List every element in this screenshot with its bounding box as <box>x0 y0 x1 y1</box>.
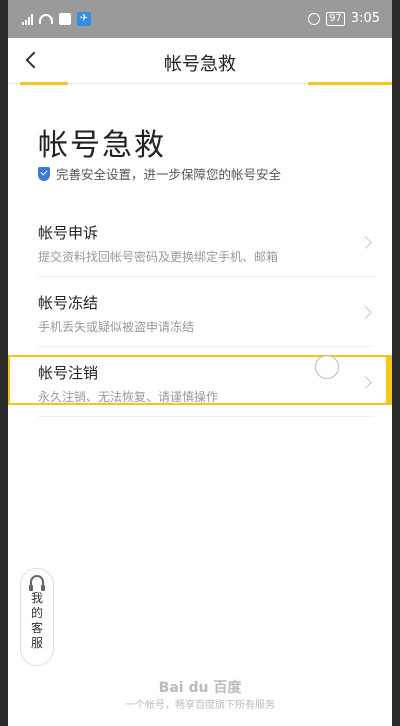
signal-icon <box>22 13 33 25</box>
chevron-right-icon <box>359 236 372 249</box>
divider <box>38 416 374 417</box>
clock-icon <box>308 12 321 25</box>
menu-item-desc: 永久注销、无法恢复、请谨慎操作 <box>38 390 219 404</box>
baidu-logo: Bai du 百度 <box>158 680 242 696</box>
status-left: ✈ <box>22 12 91 26</box>
menu-item-label: 帐号注销 <box>38 364 99 382</box>
wifi-icon <box>39 14 53 24</box>
touch-indicator <box>315 355 339 379</box>
battery-icon: 97 <box>326 11 345 26</box>
shield-icon <box>38 166 50 181</box>
plane-icon: ✈ <box>77 12 91 26</box>
status-time: 3:05 <box>350 11 380 26</box>
nav-accent-right <box>308 82 392 85</box>
page-title: 帐号急救 <box>38 128 166 163</box>
menu-item-label: 帐号冻结 <box>38 294 99 312</box>
nav-bar: 帐号急救 <box>8 38 392 84</box>
divider <box>38 346 374 347</box>
menu-item-label: 帐号申诉 <box>38 224 99 242</box>
customer-service-label: 我的客服 <box>30 591 43 650</box>
menu-item-desc: 手机丢失或疑似被盗申请冻结 <box>38 320 195 334</box>
footer-text: 一个帐号，畅享百度旗下所有服务 <box>125 700 275 711</box>
notification-icon <box>59 13 71 25</box>
headset-icon <box>29 575 45 591</box>
nav-title: 帐号急救 <box>164 54 236 75</box>
highlight-frame-right <box>386 355 392 405</box>
customer-service-button[interactable]: 我的客服 <box>20 568 54 666</box>
subtitle-text: 完善安全设置，进一步保障您的帐号安全 <box>56 167 282 182</box>
status-bar: ✈ 97 3:05 <box>8 0 392 38</box>
chevron-right-icon <box>359 306 372 319</box>
status-right: 97 3:05 <box>308 11 380 26</box>
nav-accent-left <box>20 82 68 85</box>
app-screen: ✈ 97 3:05 帐号急救 帐号急救 完善安全设置，进一步保障您的帐号安全 帐… <box>8 0 392 726</box>
menu-item-appeal[interactable]: 帐号申诉 提交资料找回帐号密码及更换绑定手机、邮箱 <box>38 210 374 280</box>
menu-item-freeze[interactable]: 帐号冻结 手机丢失或疑似被盗申请冻结 <box>38 280 374 350</box>
divider <box>38 276 374 277</box>
menu-item-desc: 提交资料找回帐号密码及更换绑定手机、邮箱 <box>38 250 279 264</box>
page-subtitle: 完善安全设置，进一步保障您的帐号安全 <box>38 164 281 183</box>
chevron-right-icon <box>359 376 372 389</box>
